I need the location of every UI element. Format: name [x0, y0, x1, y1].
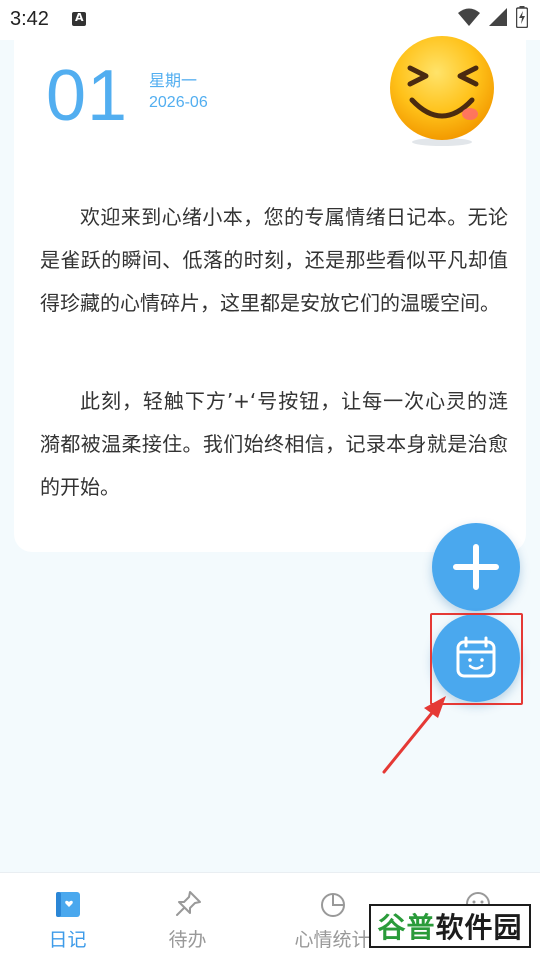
pie-chart-icon	[320, 893, 345, 917]
diary-year-month: 2026-06	[149, 94, 208, 111]
pointer-arrow-icon	[382, 696, 446, 774]
watermark-part2: 软件园	[435, 911, 523, 944]
battery-icon	[516, 6, 528, 28]
watermark-logo: 谷普 软件园	[369, 904, 531, 948]
status-time: 3:42	[10, 8, 49, 30]
plus-icon	[453, 544, 499, 590]
diary-icon	[55, 892, 80, 917]
status-icons	[458, 6, 528, 28]
notification-a-icon	[72, 11, 86, 26]
pin-icon	[175, 891, 201, 916]
laughing-emoji-icon[interactable]	[384, 34, 500, 150]
nav-item-todo[interactable]: 待办	[120, 873, 255, 960]
nav-label-diary: 日记	[48, 929, 87, 951]
watermark-part1: 谷普	[377, 911, 436, 944]
wifi-icon	[458, 8, 480, 26]
nav-item-diary[interactable]: 日记	[0, 873, 135, 960]
intro-paragraph-2: 此刻，轻触下方’+‘号按钮，让每一次心灵的涟漪都被温柔接住。我们始终相信，记录本…	[40, 389, 508, 499]
nav-label-todo: 待办	[168, 929, 207, 951]
diary-weekday: 星期一	[149, 71, 198, 90]
add-entry-button[interactable]	[432, 523, 520, 611]
signal-icon	[489, 8, 507, 26]
diary-day: 01	[46, 56, 129, 136]
intro-paragraph-1: 欢迎来到心绪小本，您的专属情绪日记本。无论是雀跃的瞬间、低落的时刻，还是那些看似…	[40, 205, 508, 315]
